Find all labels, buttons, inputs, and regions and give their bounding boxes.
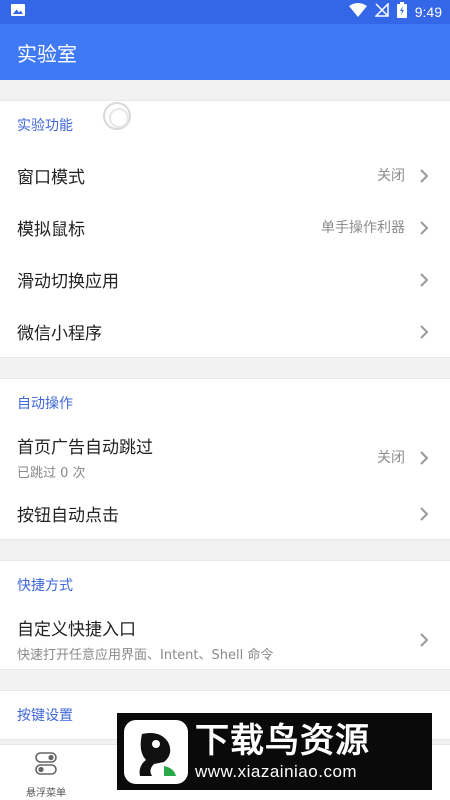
row-subtitle: 快速打开任意应用界面、Intent、Shell 命令 [17, 648, 274, 663]
row-title: 模拟鼠标 [17, 219, 85, 240]
chevron-right-icon [419, 168, 429, 183]
section-header: 实验功能 [17, 118, 73, 134]
row-skip-ads[interactable]: 首页广告自动跳过 已跳过 0 次 关闭 [0, 427, 450, 487]
row-value: 关闭 [377, 450, 405, 466]
settings-list[interactable]: 实验功能 窗口模式 关闭 模拟鼠标 单手操作利器 滑动切换应用 微信小程序 自动… [0, 80, 450, 744]
app-bar: 实验室 [0, 24, 450, 80]
page-title: 实验室 [17, 41, 77, 66]
watermark-url: www.xiazainiao.com [195, 761, 358, 781]
row-value: 单手操作利器 [321, 220, 405, 236]
row-simulate-mouse[interactable]: 模拟鼠标 单手操作利器 [0, 201, 450, 253]
row-title: 微信小程序 [17, 323, 102, 344]
row-title: 窗口模式 [17, 167, 85, 188]
row-title: 按钮自动点击 [17, 505, 119, 526]
chevron-right-icon [419, 632, 429, 647]
row-value: 关闭 [377, 168, 405, 184]
watermark-banner: 下载鸟资源 www.xiazainiao.com [117, 713, 432, 790]
row-wechat-mini-program[interactable]: 微信小程序 [0, 305, 450, 357]
toggle-icon [34, 751, 58, 781]
watermark-title: 下载鸟资源 [195, 720, 370, 761]
status-time: 9:49 [414, 4, 442, 20]
section-shortcuts: 快捷方式 自定义快捷入口 快速打开任意应用界面、Intent、Shell 命令 [0, 560, 450, 670]
row-title: 滑动切换应用 [17, 271, 119, 292]
wifi-icon [348, 3, 367, 21]
section-experimental: 实验功能 窗口模式 关闭 模拟鼠标 单手操作利器 滑动切换应用 微信小程序 [0, 100, 450, 358]
section-header: 自动操作 [17, 396, 73, 412]
no-signal-icon [373, 2, 389, 21]
image-icon [10, 2, 26, 22]
row-swipe-switch-app[interactable]: 滑动切换应用 [0, 253, 450, 305]
row-subtitle: 已跳过 0 次 [17, 466, 86, 481]
bird-logo-icon [121, 717, 191, 787]
chevron-right-icon [419, 220, 429, 235]
row-auto-click-button[interactable]: 按钮自动点击 [0, 487, 450, 539]
status-bar: 9:49 [0, 0, 450, 24]
nav-item-floating-menu[interactable]: 悬浮菜单 [20, 751, 72, 799]
nav-label: 悬浮菜单 [26, 788, 66, 799]
touch-ripple [103, 102, 131, 130]
chevron-right-icon [419, 450, 429, 465]
row-title: 首页广告自动跳过 [17, 438, 153, 458]
chevron-right-icon [419, 272, 429, 287]
section-auto-operation: 自动操作 首页广告自动跳过 已跳过 0 次 关闭 按钮自动点击 [0, 378, 450, 540]
row-custom-shortcut[interactable]: 自定义快捷入口 快速打开任意应用界面、Intent、Shell 命令 [0, 609, 450, 669]
row-window-mode[interactable]: 窗口模式 关闭 [0, 149, 450, 201]
battery-charging-icon [396, 2, 407, 22]
chevron-right-icon [419, 506, 429, 521]
row-title: 自定义快捷入口 [17, 620, 136, 640]
chevron-right-icon [419, 324, 429, 339]
section-header: 快捷方式 [17, 578, 73, 594]
